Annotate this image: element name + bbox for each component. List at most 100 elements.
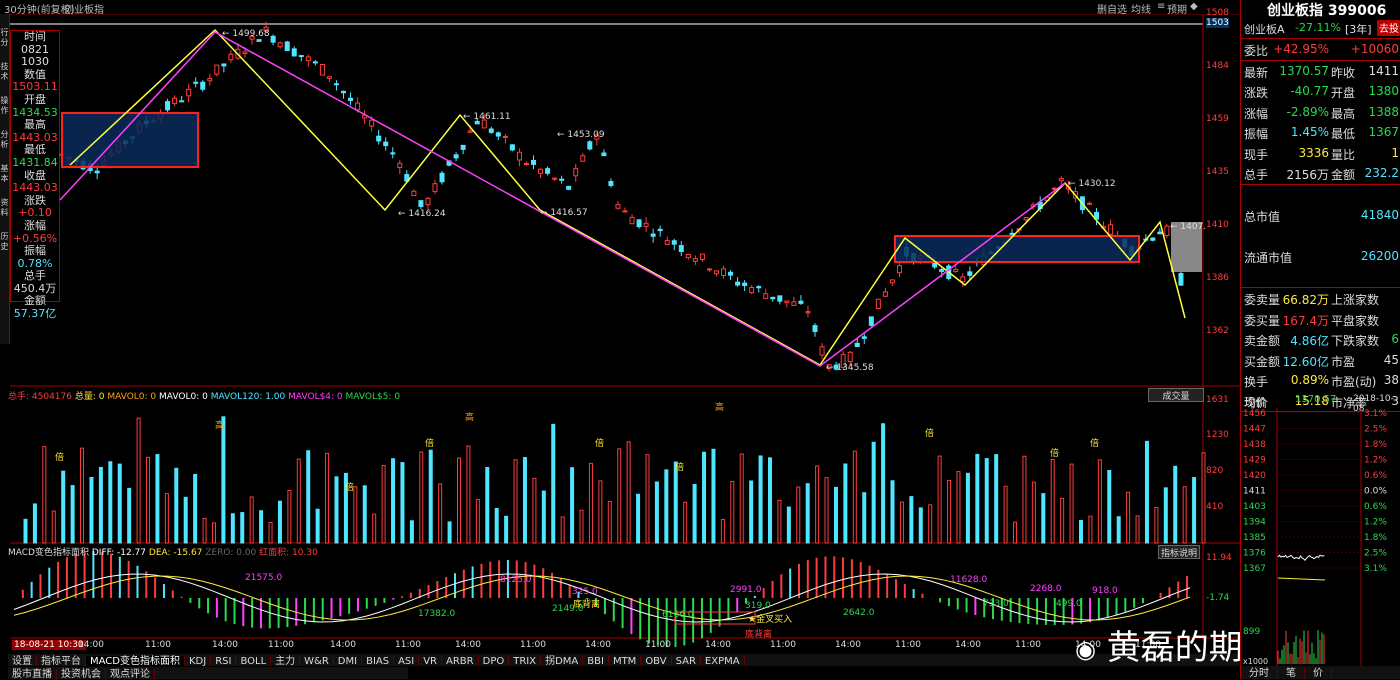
volume-bar [673, 461, 678, 544]
indicator-tab[interactable]: 设置 [8, 656, 37, 666]
volume-bar [1050, 458, 1055, 544]
indicator-tab[interactable]: DPO [479, 656, 510, 666]
indicator-tab[interactable]: BOLL [236, 656, 272, 666]
candle-body [326, 76, 332, 79]
volume-header: 总手: 4504176 总量: 0 MAVOL0: 0 MAVOL0: 0 MA… [8, 389, 400, 402]
mini-avg-line [1277, 577, 1326, 581]
price-annotation: ← 1416.24 [398, 209, 446, 219]
quote-label: 振幅 [1244, 127, 1269, 141]
indicator-tab[interactable]: BIAS [362, 656, 395, 666]
indicator-tab[interactable]: VR [419, 656, 443, 666]
quote-label: 委卖量 [1244, 293, 1281, 307]
candle-body [376, 135, 382, 142]
indicator-tab[interactable]: TRIX [509, 656, 542, 666]
indicator-tab[interactable]: 拐DMA [541, 656, 584, 666]
info-tab[interactable]: 股市直播 [8, 669, 57, 680]
vol-mavol4: MAVOL$4: 0 [288, 392, 343, 402]
indicator-tab[interactable]: EXPMA [701, 656, 745, 666]
candle-body [242, 51, 248, 54]
quote-value: 1 [1391, 145, 1399, 160]
volume-bar [636, 493, 641, 544]
vol-mavol0b: MAVOL0: 0 [159, 392, 208, 402]
quote-label: 总手 [1244, 168, 1269, 182]
indicator-tab[interactable]: ASI [394, 656, 420, 666]
candle-body [650, 233, 656, 237]
quote-value: 1411 [1368, 63, 1399, 78]
indicator-tab[interactable]: OBV [641, 656, 672, 666]
quote-label: 昨收 [1331, 65, 1356, 80]
volume-bar [164, 493, 169, 544]
btn-go[interactable]: 去投 [1377, 20, 1400, 36]
candle-body [960, 276, 966, 283]
volume-type-button[interactable]: 成交量 [1148, 388, 1204, 402]
macd-label: 918.0 [1092, 586, 1118, 596]
candle-body [193, 81, 199, 84]
volume-tick: 410 [1206, 502, 1224, 512]
volume-bar [32, 503, 37, 544]
indicator-tab[interactable]: RSI [211, 656, 237, 666]
quote-label: 涨幅 [1244, 106, 1269, 121]
candle-body [728, 271, 734, 276]
candle-body [284, 41, 290, 52]
sub-change: -27.11% [1295, 21, 1341, 34]
mini-tab[interactable]: 笔 [1278, 668, 1305, 679]
quote-value: 1.45% [1290, 125, 1329, 139]
volume-bar [315, 508, 320, 544]
volume-bar [702, 451, 707, 544]
volume-tick: 820 [1206, 466, 1224, 476]
quote-value: +42.95% [1273, 42, 1329, 56]
volume-bar [494, 507, 499, 544]
candle-body [312, 61, 318, 64]
quote-row: 涨跌 -40.77 开盘 1380 [1241, 81, 1400, 102]
volume-bar [1135, 515, 1140, 544]
indicator-tab[interactable]: DMI [334, 656, 363, 666]
mini-intraday-chart[interactable]: 1456 1447 1438 1429 1420 1411 1403 1394 1385 1376… [1241, 408, 1400, 668]
quote-label: 最新 [1244, 65, 1269, 80]
mini-tab[interactable]: 价 [1305, 668, 1332, 679]
quote-value: 1380 [1368, 84, 1399, 98]
candle-body [805, 311, 811, 314]
quote-row [1241, 226, 1400, 247]
quote-label: 平盘家数 [1331, 313, 1380, 328]
indicator-tab[interactable]: MTM [609, 656, 642, 666]
candle-body [552, 177, 558, 180]
volume-bar [400, 462, 405, 544]
indicator-tab[interactable]: BBI [583, 656, 609, 666]
indicator-tab[interactable]: SAR [672, 656, 701, 666]
price-annotation: ← 1453.09 [557, 130, 605, 140]
info-tab[interactable]: 投资机会 [57, 669, 106, 680]
mini-right-tick: 2.5% [1364, 549, 1387, 559]
indicator-tab[interactable]: W&R [300, 656, 334, 666]
indicator-tab[interactable]: 主力 [271, 656, 301, 666]
quote-value: 3336 [1298, 145, 1329, 160]
indicator-tab[interactable]: ARBR [442, 656, 479, 666]
indicator-tab[interactable]: 指标平台 [37, 656, 86, 666]
volume-bar [862, 492, 867, 544]
candle-body [798, 300, 804, 304]
candle-body [531, 159, 537, 165]
mini-right-tick: 1.2% [1364, 518, 1387, 528]
volume-marker: 倍 [595, 437, 604, 449]
volume-bar [221, 416, 226, 544]
candle-body [1164, 225, 1170, 237]
info-tab[interactable]: 观点评论 [106, 669, 155, 680]
volume-bar [287, 489, 292, 544]
volume-bar [824, 477, 829, 544]
volume-bar [899, 501, 904, 544]
vol-mavol5: MAVOL$5: 0 [345, 392, 401, 402]
volume-bar [975, 453, 980, 544]
volume-marker: 高 [215, 419, 224, 431]
quote-value: 12.60亿 [1282, 354, 1329, 369]
indicator-tab[interactable]: MACD变色指标面积 [86, 656, 185, 666]
macd-help-button[interactable]: 指标说明 [1158, 545, 1200, 559]
volume-bar [1116, 516, 1121, 544]
mini-tab[interactable]: 分时 [1241, 668, 1278, 679]
candle-body [383, 141, 389, 147]
main-chart-canvas[interactable]: ← 1499.68 ← 1416.24 ← 1461.11 ← 1453.09 ← 14… [0, 0, 1240, 679]
quote-value: 0.89% [1290, 373, 1329, 387]
volume-bar [268, 522, 273, 544]
indicator-tab[interactable]: KDJ [185, 656, 212, 666]
candle-body [502, 135, 508, 138]
mini-right-tick: 2.5% [1364, 425, 1387, 435]
candle-body [432, 183, 438, 193]
